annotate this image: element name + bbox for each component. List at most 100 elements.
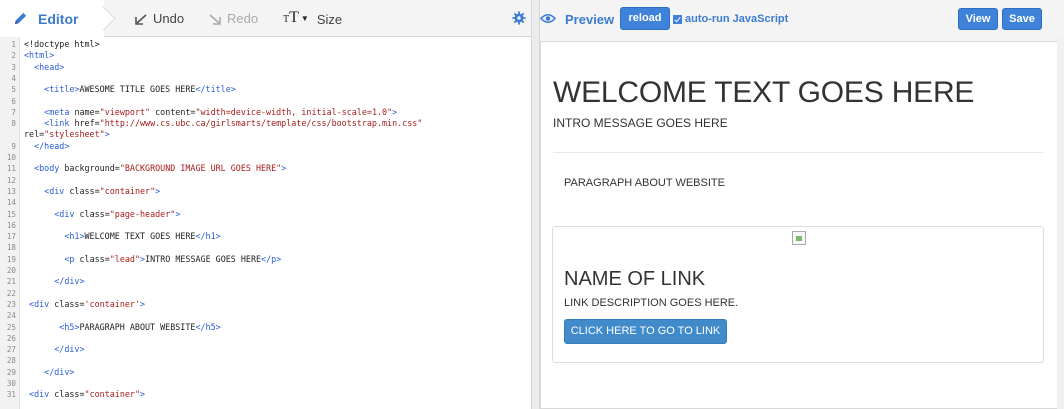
code-text: <html> [24, 50, 55, 61]
code-line[interactable]: 15 <div class="page-header"> [0, 208, 531, 219]
code-text: rel="stylesheet"> [24, 129, 110, 140]
line-number: 31 [6, 390, 16, 400]
code-line[interactable]: 6 [0, 97, 531, 106]
broken-image-icon [792, 231, 806, 245]
code-text: </div> [54, 344, 85, 355]
chevron-down-icon: ▼ [300, 13, 309, 23]
code-line[interactable]: 16 [0, 221, 531, 230]
code-line[interactable]: 4 [0, 74, 531, 83]
preview-title: Preview [565, 12, 615, 27]
line-number: 8 [11, 119, 16, 129]
code-text: <h5>PARAGRAPH ABOUT WEBSITE</h5> [59, 321, 221, 332]
pane-divider[interactable] [531, 0, 540, 409]
line-number: 16 [6, 220, 16, 230]
code-text: <div class='container'> [29, 298, 146, 309]
code-line[interactable]: 29 </div> [0, 367, 531, 377]
pencil-icon [14, 12, 27, 25]
code-line[interactable]: 17 <h1>WELCOME TEXT GOES HERE</h1> [0, 231, 531, 242]
code-line[interactable]: 14 [0, 198, 531, 207]
code-text: <h1>WELCOME TEXT GOES HERE</h1> [64, 231, 221, 242]
code-text: <div class="page-header"> [54, 208, 181, 219]
text-size-icon: TT [283, 9, 299, 27]
code-line[interactable]: 26 [0, 334, 531, 343]
reload-button[interactable]: reload [620, 7, 670, 30]
code-line[interactable]: 18 [0, 243, 531, 252]
link-title: NAME OF LINK [564, 268, 706, 290]
text-size-button[interactable]: TT ▼ Size [283, 9, 342, 27]
line-number: 22 [6, 288, 16, 298]
code-line[interactable]: 3 <head> [0, 61, 531, 72]
code-line[interactable]: 5 <title>AWESOME TITLE GOES HERE</title> [0, 84, 531, 95]
text-size-glyph-large: T [289, 9, 299, 26]
undo-button[interactable]: Undo [134, 11, 184, 26]
code-line[interactable]: 12 [0, 176, 531, 185]
line-number: 17 [6, 232, 16, 242]
preview-scrollbar[interactable] [1057, 37, 1064, 409]
line-number: 26 [6, 333, 16, 343]
code-text: </div> [54, 276, 85, 287]
line-number: 1 [11, 40, 16, 49]
code-line[interactable]: 7 <meta name="viewport" content="width=d… [0, 106, 531, 117]
preview-lead: INTRO MESSAGE GOES HERE [553, 116, 728, 130]
line-number: 19 [6, 254, 16, 264]
line-number: 23 [6, 299, 16, 309]
code-line[interactable]: 10 [0, 153, 531, 162]
code-line[interactable]: rel="stylesheet"> [0, 130, 531, 139]
code-line[interactable]: 8 <link href="http://www.cs.ubc.ca/girls… [0, 119, 531, 129]
code-line[interactable]: 20 [0, 266, 531, 275]
autorun-checkbox[interactable] [673, 14, 682, 24]
rendered-preview: WELCOME TEXT GOES HERE INTRO MESSAGE GOE… [540, 41, 1060, 409]
gear-icon[interactable] [512, 11, 526, 25]
redo-button[interactable]: Redo [208, 11, 258, 26]
code-text: <!doctype html> [24, 39, 100, 49]
code-line[interactable]: 1 <!doctype html> [0, 39, 531, 50]
line-number: 25 [6, 322, 16, 332]
line-number: 18 [6, 243, 16, 253]
code-text: <meta name="viewport" content="width=dev… [44, 106, 398, 117]
code-text: <body background="BACKGROUND IMAGE URL G… [34, 163, 287, 174]
view-button[interactable]: View [958, 8, 998, 30]
code-editor[interactable]: 1 <!doctype html> 2 <html> 3 <head> 4 5 <title… [0, 37, 531, 409]
autorun-toggle[interactable]: auto-run JavaScript [673, 13, 788, 25]
save-button[interactable]: Save [1002, 8, 1042, 30]
redo-label: Redo [227, 11, 259, 26]
line-number: 21 [6, 277, 16, 287]
code-line[interactable]: 31 <div class="container"> [0, 390, 531, 400]
code-line[interactable]: 19 <p class="lead">INTRO MESSAGE GOES HE… [0, 254, 531, 264]
code-line[interactable]: 2 <html> [0, 50, 531, 61]
code-text: </head> [34, 140, 70, 151]
code-line[interactable]: 11 <body background="BACKGROUND IMAGE UR… [0, 163, 531, 174]
preview-paragraph-heading: PARAGRAPH ABOUT WEBSITE [564, 177, 725, 189]
undo-arrow-icon [135, 13, 147, 25]
size-label: Size [316, 11, 343, 27]
editor-tab[interactable]: Editor [0, 0, 104, 37]
code-line[interactable]: 30 [0, 379, 531, 388]
editor-toolbar: Editor Undo Redo TT ▼ Size [0, 0, 531, 37]
go-to-link-button[interactable]: CLICK HERE TO GO TO LINK [564, 319, 727, 344]
code-line[interactable]: 24 [0, 311, 531, 320]
code-line[interactable]: 25 <h5>PARAGRAPH ABOUT WEBSITE</h5> [0, 321, 531, 332]
link-card: NAME OF LINK LINK DESCRIPTION GOES HERE.… [552, 226, 1044, 363]
line-number: 13 [6, 186, 16, 196]
line-number: 24 [6, 311, 16, 321]
editor-pane: Editor Undo Redo TT ▼ Size 1 <!doctype h… [0, 0, 531, 409]
code-text: <head> [34, 61, 65, 72]
preview-heading: WELCOME TEXT GOES HERE [553, 76, 975, 109]
line-number: 10 [6, 153, 16, 162]
preview-pane: Preview reload auto-run JavaScript View … [540, 0, 1064, 409]
code-line[interactable]: 27 </div> [0, 344, 531, 355]
code-line[interactable]: 22 [0, 289, 531, 298]
code-line[interactable]: 13 <div class="container"> [0, 186, 531, 196]
line-number: 30 [6, 379, 16, 388]
editor-title: Editor [38, 11, 79, 27]
code-text: <title>AWESOME TITLE GOES HERE</title> [44, 84, 236, 95]
code-line[interactable]: 23 <div class='container'> [0, 298, 531, 309]
line-number: 15 [6, 209, 16, 219]
code-line[interactable]: 28 [0, 356, 531, 365]
line-number: 9 [11, 141, 16, 151]
line-number: 2 [11, 51, 16, 61]
code-line[interactable]: 21 </div> [0, 276, 531, 287]
preview-toolbar: Preview reload auto-run JavaScript View … [540, 0, 1064, 37]
line-number: 27 [6, 345, 16, 355]
code-line[interactable]: 9 </head> [0, 140, 531, 151]
